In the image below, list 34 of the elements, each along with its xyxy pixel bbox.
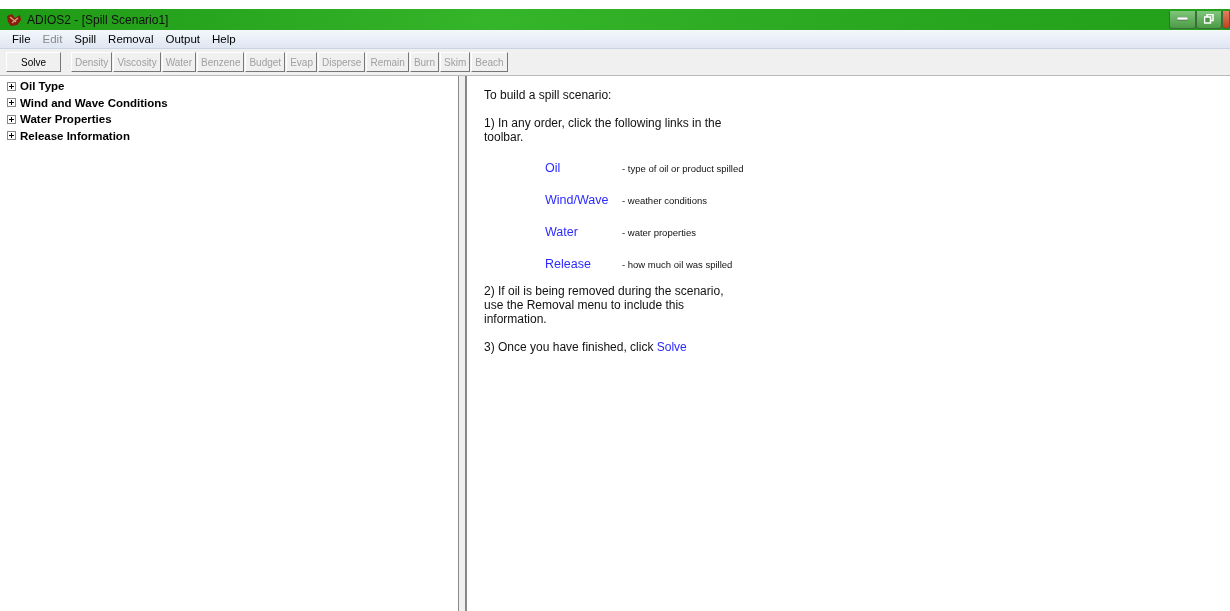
link[interactable]: Oil [545, 161, 622, 175]
solve-link[interactable]: Solve [656, 340, 687, 354]
tree-item[interactable]: Release Information [20, 129, 130, 142]
expand-icon[interactable] [7, 131, 16, 141]
splitter[interactable] [458, 76, 467, 611]
link-description: - type of oil or product spilled [622, 162, 744, 174]
tree-item[interactable]: Oil Type [20, 80, 65, 93]
instructions-heading: To build a spill scenario: [484, 88, 613, 102]
menu-item[interactable]: Output [159, 33, 206, 45]
expand-icon[interactable] [7, 114, 16, 124]
expand-icon[interactable] [7, 81, 16, 91]
minimize-button[interactable] [1169, 10, 1196, 29]
tree-item[interactable]: Wind and Wave Conditions [20, 96, 168, 109]
menu-item[interactable]: File [6, 33, 37, 45]
menu-item[interactable]: Removal [102, 33, 160, 45]
app-icon [6, 12, 22, 27]
minimize-icon [1177, 17, 1188, 21]
link[interactable]: Wind/Wave [545, 193, 622, 207]
restore-icon [1204, 14, 1214, 24]
restore-button[interactable] [1196, 10, 1222, 29]
tree-item[interactable]: Water Properties [20, 113, 112, 126]
link[interactable]: Release [545, 257, 622, 271]
instruction-text: 2) If oil is being removed during the scenario, use the Removal menu to include this information. [484, 284, 725, 326]
menu-item[interactable]: Help [206, 33, 242, 45]
window-title: ADIOS2 - [Spill Scenario1] [27, 12, 170, 27]
toolbar-button[interactable]: Solve [6, 52, 61, 72]
link[interactable]: Water [545, 225, 622, 239]
instruction-text: 3) Once you have finished, click Solve [484, 340, 688, 354]
link-description: - weather conditions [622, 194, 708, 206]
link-description: - water properties [622, 226, 696, 238]
expand-icon[interactable] [7, 98, 16, 108]
link-description: - how much oil was spilled [622, 258, 733, 270]
instruction-text: 1) In any order, click the following links in the toolbar. [484, 116, 723, 144]
menu-item[interactable]: Spill [68, 33, 103, 45]
